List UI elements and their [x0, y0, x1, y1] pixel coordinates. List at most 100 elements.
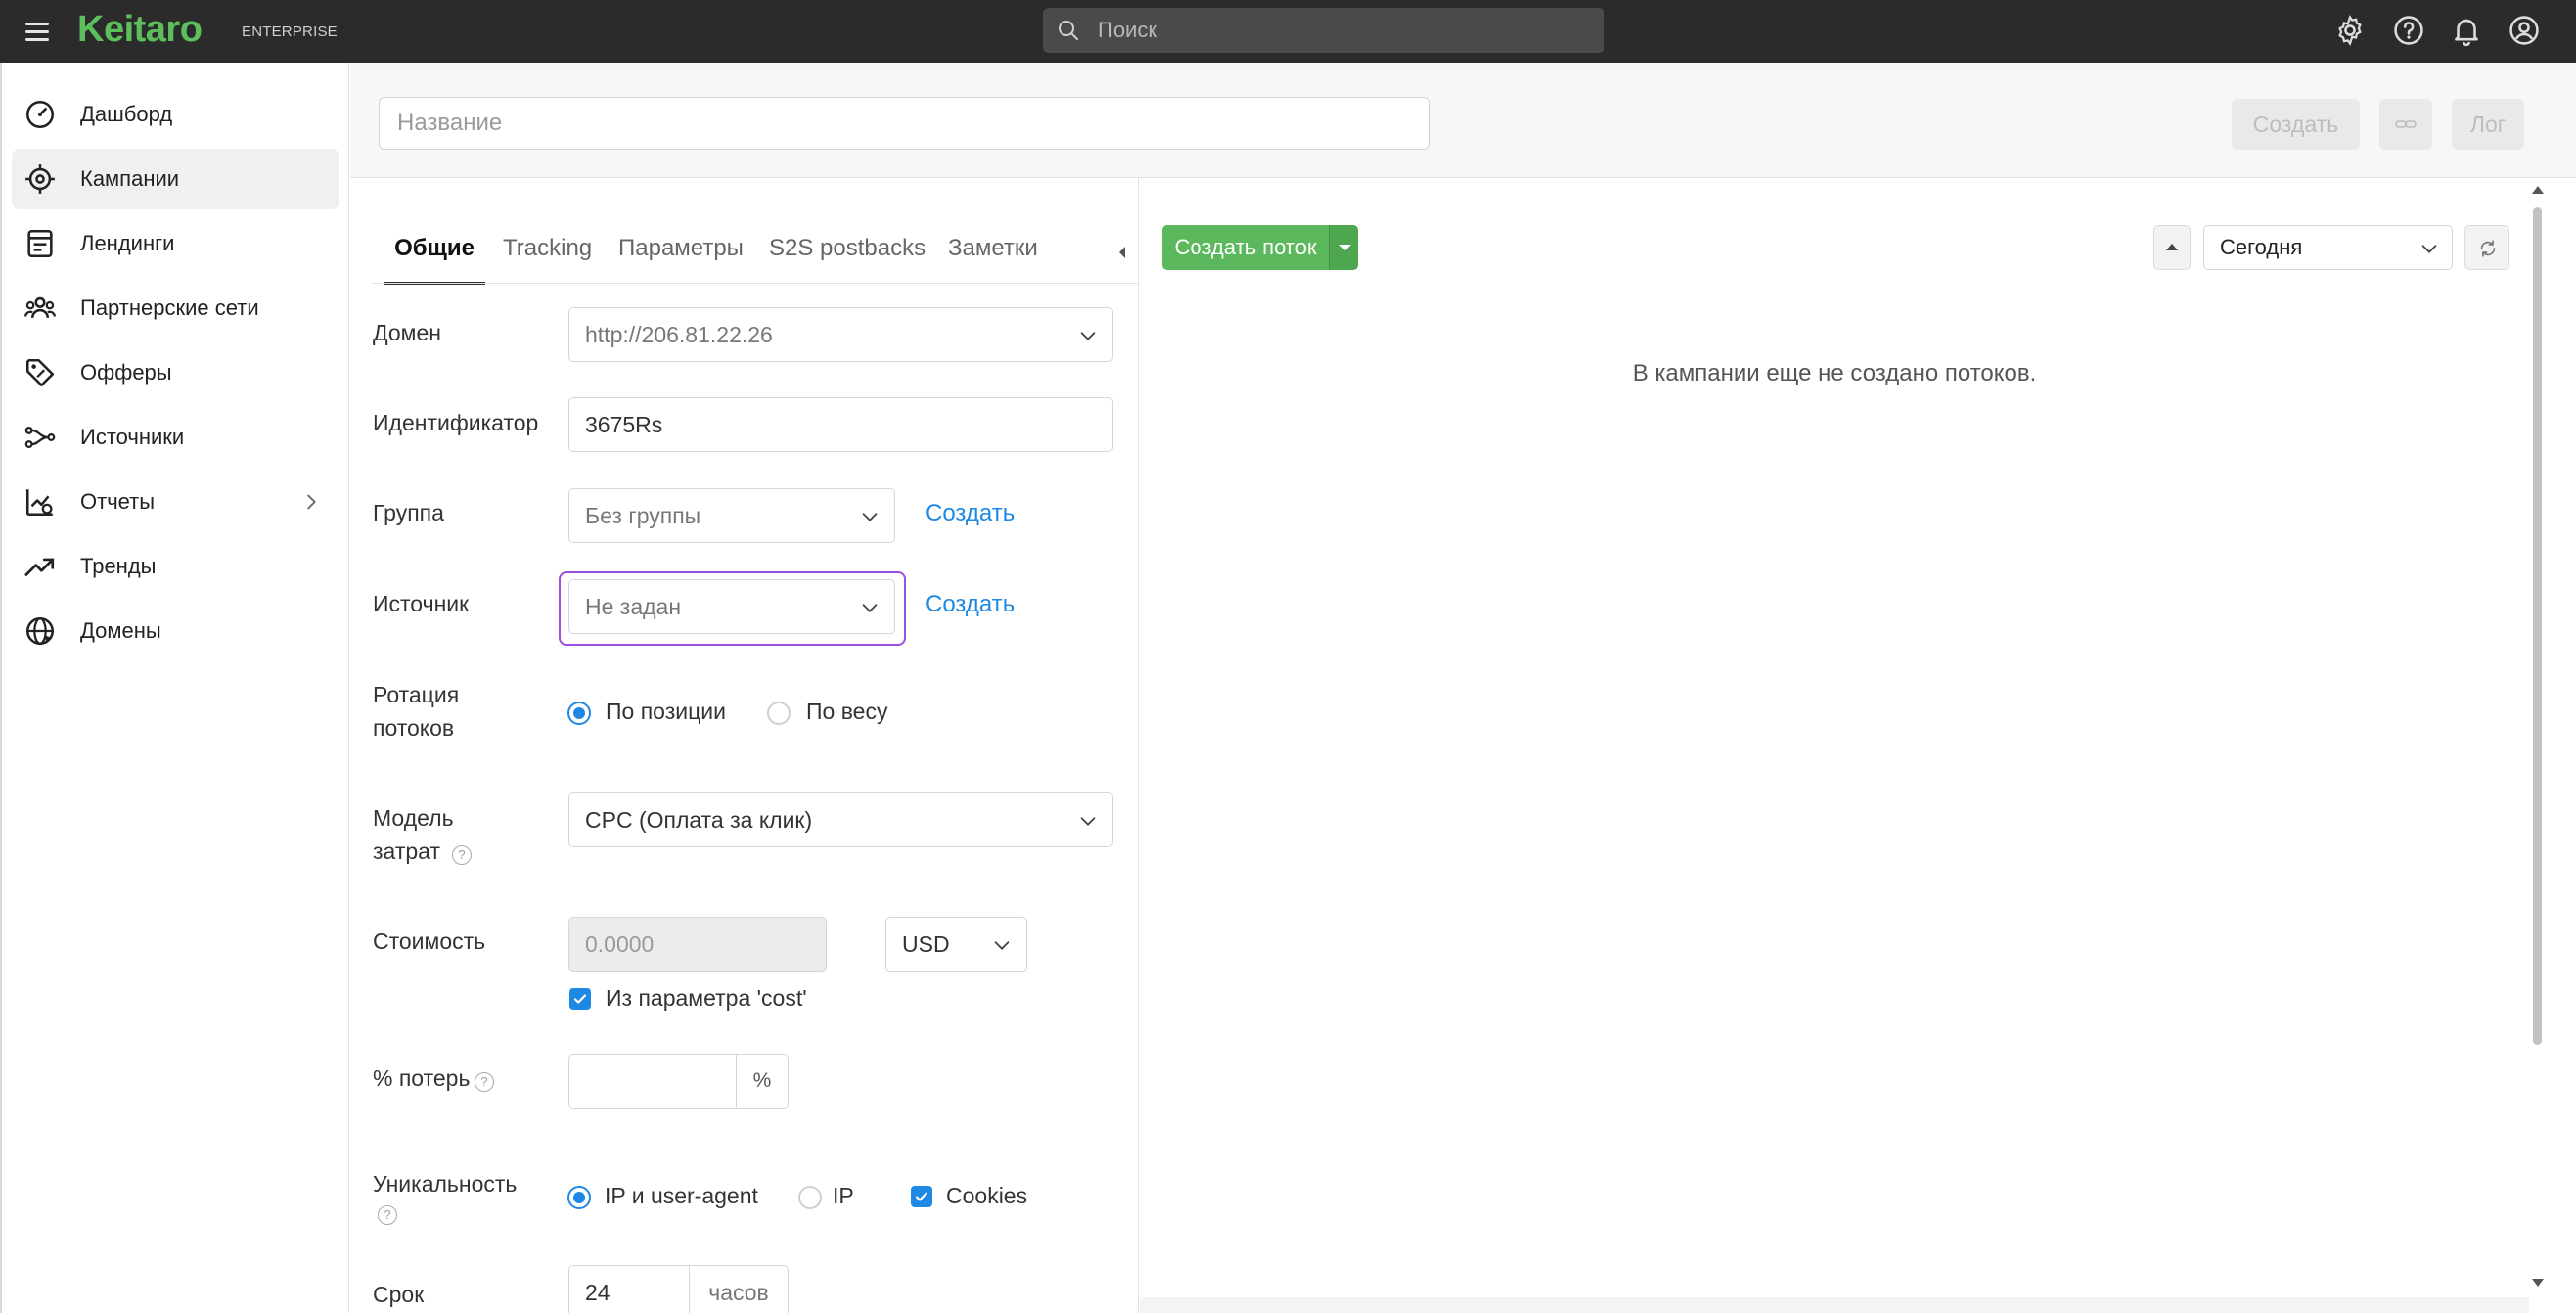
log-button[interactable]: Лог	[2452, 99, 2524, 150]
tabs-scroll-left-icon[interactable]	[1117, 245, 1127, 260]
rotation-label-line2: потоков	[373, 715, 455, 741]
cost-model-help-icon[interactable]: ?	[452, 845, 472, 865]
brand-logo[interactable]: Keitaro	[77, 9, 203, 51]
search-input[interactable]	[1098, 8, 1587, 53]
term-value: 24	[585, 1280, 610, 1305]
sidebar-item-reports[interactable]: Отчеты	[12, 472, 339, 532]
horizontal-scrollbar[interactable]	[1140, 1297, 2529, 1313]
tab-s2s-postbacks[interactable]: S2S postbacks	[769, 232, 926, 285]
source-label: Источник	[373, 591, 470, 616]
term-input[interactable]: 24	[568, 1265, 690, 1313]
uniqueness-ip-ua-radio[interactable]	[567, 1186, 591, 1209]
rotation-position-radio[interactable]	[567, 702, 591, 725]
bell-icon[interactable]	[2450, 14, 2483, 47]
cost-model-select[interactable]: CPC (Оплата за клик)	[568, 792, 1113, 847]
group-value: Без группы	[585, 503, 701, 528]
domain-select[interactable]: http://206.81.22.26	[568, 307, 1113, 362]
cost-from-param-label[interactable]: Из параметра 'cost'	[606, 985, 807, 1012]
sidebar-item-sources[interactable]: Источники	[12, 407, 339, 468]
uniqueness-ip-ua-label[interactable]: IP и user-agent	[605, 1183, 758, 1209]
uniqueness-ip-label[interactable]: IP	[833, 1183, 854, 1209]
cost-label: Стоимость	[373, 928, 486, 954]
chevron-right-icon	[307, 494, 316, 510]
sidebar-item-dashboard[interactable]: Дашборд	[12, 84, 339, 145]
cost-from-param-checkbox[interactable]	[569, 988, 591, 1010]
tab-general[interactable]: Общие	[384, 232, 485, 285]
hamburger-menu-icon[interactable]	[22, 16, 53, 47]
sidebar-item-campaigns[interactable]: Кампании	[12, 149, 339, 209]
chevron-down-icon	[2421, 245, 2437, 253]
tabs-divider	[372, 283, 1138, 284]
checkmark-icon	[573, 994, 587, 1004]
uniqueness-cookies-label[interactable]: Cookies	[946, 1183, 1027, 1209]
domain-value: http://206.81.22.26	[585, 322, 773, 347]
sidebar-item-affiliate-networks[interactable]: Партнерские сети	[12, 278, 339, 339]
uniqueness-ip-radio[interactable]	[798, 1186, 822, 1209]
link-icon	[2395, 120, 2417, 128]
campaign-link-button[interactable]	[2379, 99, 2432, 150]
cost-model-value: CPC (Оплата за клик)	[585, 807, 813, 833]
tab-notes[interactable]: Заметки	[948, 232, 1038, 285]
create-source-link[interactable]: Создать	[926, 591, 1015, 618]
offers-icon	[25, 358, 55, 387]
cost-input[interactable]: 0.0000	[568, 917, 827, 972]
loss-label: % потерь	[373, 1065, 471, 1091]
sidebar-item-label: Кампании	[80, 166, 180, 191]
vertical-scrollbar[interactable]	[2529, 178, 2547, 1313]
sidebar-item-label: Источники	[80, 425, 185, 449]
group-select[interactable]: Без группы	[568, 488, 895, 543]
tab-tracking[interactable]: Tracking	[503, 232, 592, 285]
search-box[interactable]	[1043, 8, 1604, 53]
domains-icon	[25, 616, 55, 646]
sidebar-item-trends[interactable]: Тренды	[12, 536, 339, 597]
sidebar: Дашборд Кампании Лендинги Партнерские се…	[0, 63, 349, 1313]
landings-icon	[27, 229, 53, 258]
chevron-down-icon	[1080, 332, 1096, 340]
user-icon[interactable]	[2508, 14, 2541, 47]
scroll-down-icon[interactable]	[2532, 1279, 2544, 1287]
cost-placeholder: 0.0000	[585, 931, 655, 957]
search-icon	[1059, 21, 1078, 40]
identifier-input[interactable]: 3675Rs	[568, 397, 1113, 452]
create-stream-dropdown-toggle[interactable]	[1329, 225, 1358, 270]
cost-model-label-line1: Модель	[373, 805, 454, 831]
create-group-link[interactable]: Создать	[926, 500, 1015, 527]
scroll-up-icon[interactable]	[2532, 186, 2544, 194]
sidebar-item-offers[interactable]: Офферы	[12, 342, 339, 403]
edition-label: ENTERPRISE	[242, 23, 338, 40]
currency-value: USD	[902, 931, 950, 957]
refresh-button[interactable]	[2464, 225, 2509, 270]
domain-label: Домен	[373, 320, 441, 345]
tab-parameters[interactable]: Параметры	[618, 232, 744, 285]
loss-percent-suffix: %	[736, 1054, 789, 1109]
rotation-label-line1: Ротация	[373, 682, 460, 707]
uniqueness-label: Уникальность	[373, 1171, 518, 1197]
sidebar-item-label: Лендинги	[80, 231, 175, 255]
identifier-label: Идентификатор	[373, 410, 539, 435]
collapse-button[interactable]	[2153, 225, 2191, 270]
uniqueness-help-icon[interactable]: ?	[378, 1205, 397, 1225]
loss-input[interactable]	[568, 1054, 737, 1109]
scroll-thumb[interactable]	[2533, 207, 2542, 1045]
sidebar-item-landings[interactable]: Лендинги	[12, 213, 339, 274]
chevron-down-icon	[1080, 817, 1096, 826]
sidebar-item-domains[interactable]: Домены	[12, 601, 339, 661]
identifier-value: 3675Rs	[585, 412, 663, 437]
rotation-weight-radio[interactable]	[767, 702, 791, 725]
settings-tabs: Общие Tracking Параметры S2S postbacks З…	[372, 232, 1115, 287]
create-stream-button[interactable]: Создать поток	[1162, 225, 1329, 270]
period-select[interactable]: Сегодня	[2203, 225, 2453, 270]
uniqueness-cookies-checkbox[interactable]	[911, 1186, 932, 1207]
help-icon[interactable]	[2392, 14, 2425, 47]
source-select[interactable]: Не задан	[568, 579, 895, 634]
loss-help-icon[interactable]: ?	[475, 1072, 494, 1092]
chevron-down-icon	[862, 604, 878, 612]
sidebar-item-label: Офферы	[80, 360, 172, 385]
create-campaign-button[interactable]: Создать	[2232, 99, 2360, 150]
campaign-name-input[interactable]	[379, 97, 1430, 150]
currency-select[interactable]: USD	[885, 917, 1027, 972]
caret-up-icon	[2166, 244, 2178, 250]
gear-icon[interactable]	[2333, 14, 2367, 47]
rotation-weight-label[interactable]: По весу	[806, 699, 887, 725]
rotation-position-label[interactable]: По позиции	[606, 699, 726, 725]
